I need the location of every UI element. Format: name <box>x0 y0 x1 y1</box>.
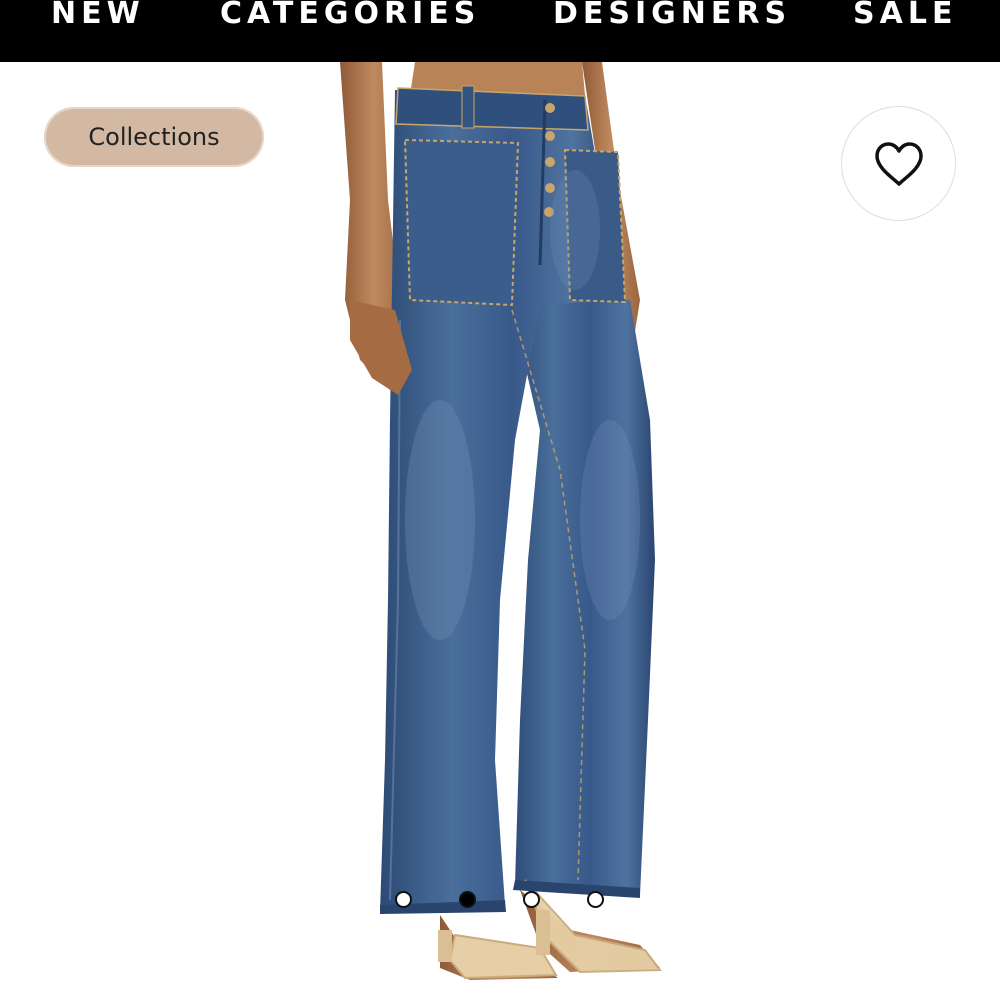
carousel-dot-1[interactable] <box>395 891 412 908</box>
carousel-dot-2-active[interactable] <box>459 891 476 908</box>
wishlist-button[interactable] <box>841 106 956 221</box>
nav-item-sale[interactable]: SALE <box>853 0 957 34</box>
nav-item-designers[interactable]: DESIGNERS <box>553 0 791 34</box>
nav-item-categories[interactable]: CATEGORIES <box>220 0 480 34</box>
collections-button[interactable]: Collections <box>44 107 264 167</box>
product-image-jeans <box>340 62 662 980</box>
nav-item-new[interactable]: NEW <box>51 0 145 34</box>
carousel-indicator <box>0 891 1000 911</box>
carousel-dot-3[interactable] <box>523 891 540 908</box>
collections-button-label: Collections <box>88 123 220 151</box>
product-image-carousel[interactable]: Collections <box>0 62 1000 1000</box>
carousel-dot-4[interactable] <box>587 891 604 908</box>
heart-outline-icon <box>874 141 923 186</box>
top-navigation-bar: NEW CATEGORIES DESIGNERS SALE <box>0 0 1000 62</box>
